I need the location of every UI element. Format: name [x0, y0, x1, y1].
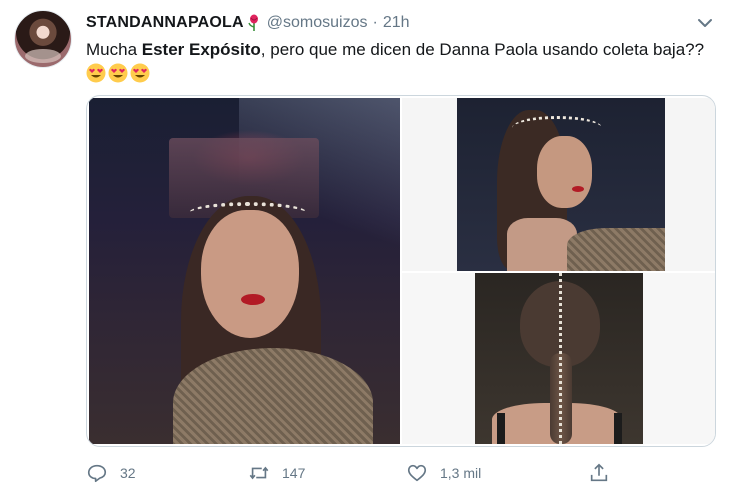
like-button[interactable]: 1,3 mil — [406, 462, 481, 484]
emoji-row — [86, 63, 152, 83]
heart-icon — [407, 464, 427, 482]
strap-left — [497, 413, 505, 444]
headband — [189, 202, 307, 224]
retweet-count: 147 — [282, 465, 306, 481]
retweet-button[interactable]: 147 — [248, 462, 305, 484]
like-count: 1,3 mil — [440, 465, 482, 481]
reply-icon — [87, 464, 107, 483]
tweet-time[interactable]: 21h — [383, 14, 410, 32]
heart-eyes-emoji-icon — [130, 63, 150, 83]
chevron-down-icon[interactable] — [696, 14, 714, 32]
reply-count: 32 — [120, 465, 136, 481]
tweet-text-bold: Ester Expósito — [141, 40, 261, 59]
photo-low-ponytail[interactable] — [402, 273, 715, 444]
photo-concert-selfie[interactable] — [89, 98, 400, 444]
headband — [512, 116, 602, 140]
media-grid — [86, 95, 716, 447]
retweet-icon — [249, 466, 269, 480]
photo-side-profile[interactable] — [402, 98, 715, 271]
face — [537, 136, 592, 208]
hair-chain — [559, 273, 563, 444]
face — [201, 210, 299, 338]
sparkly-dress — [567, 228, 665, 271]
heart-eyes-emoji-icon — [108, 63, 128, 83]
share-button[interactable] — [588, 462, 610, 484]
tweet-text-before: Mucha — [86, 40, 142, 59]
reply-button[interactable]: 32 — [86, 462, 136, 484]
rose-icon — [248, 14, 258, 31]
strap-right — [614, 413, 622, 444]
share-icon — [590, 463, 608, 482]
tweet-text: Mucha Ester Expósito, pero que me dicen … — [86, 38, 706, 86]
sparkly-dress — [173, 348, 373, 444]
lips — [572, 186, 584, 192]
lips — [241, 294, 265, 305]
heart-eyes-emoji-icon — [86, 63, 106, 83]
separator-dot: · — [372, 14, 378, 31]
profile-avatar[interactable] — [14, 10, 72, 68]
tweet-actions: 32 147 1,3 mil — [86, 458, 716, 488]
tweet-text-after: , pero que me dicen de Danna Paola usand… — [260, 40, 705, 59]
avatar-detail — [25, 49, 61, 63]
display-name[interactable]: STANDANNAPAOLA — [86, 14, 244, 32]
tweet-header: STANDANNAPAOLA @somosuizos · 21h — [86, 12, 410, 34]
user-handle[interactable]: @somosuizos — [267, 14, 368, 32]
